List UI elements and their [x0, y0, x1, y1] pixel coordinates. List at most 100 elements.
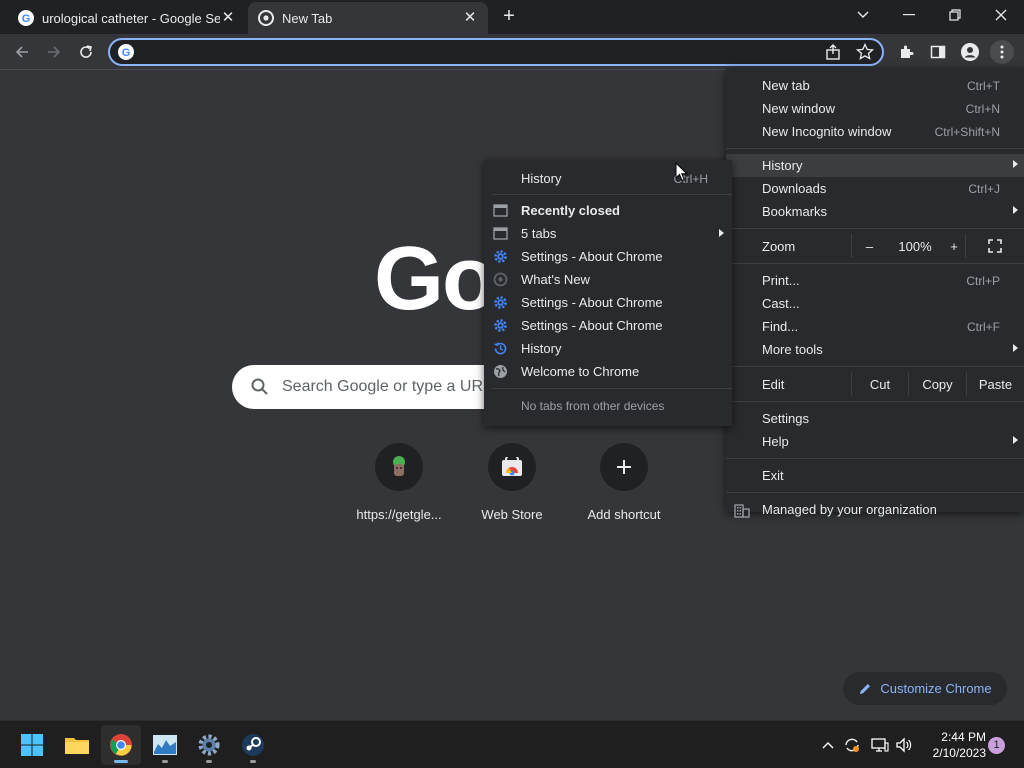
bookmark-star-icon[interactable]	[855, 42, 875, 66]
menu-item-history[interactable]: History	[726, 154, 1024, 177]
address-bar[interactable]: G	[108, 38, 884, 66]
menu-label: New window	[762, 101, 835, 116]
taskbar-steam[interactable]	[233, 725, 273, 765]
submenu-item-whats-new[interactable]: What's New	[484, 268, 732, 291]
close-tab-icon[interactable]: ✕	[220, 10, 236, 26]
cut-button[interactable]: Cut	[851, 372, 908, 396]
menu-item-help[interactable]: Help	[726, 430, 1024, 453]
close-window-button[interactable]	[986, 4, 1016, 26]
menu-shortcut: Ctrl+P	[966, 273, 1000, 288]
submenu-item-history-page[interactable]: History	[484, 337, 732, 360]
menu-item-new-window[interactable]: New window Ctrl+N	[726, 97, 1024, 120]
taskbar-file-explorer[interactable]	[57, 725, 97, 765]
title-bar: G urological catheter - Google Search ✕ …	[0, 0, 1024, 34]
shortcut-getgle[interactable]: https://getgle...	[343, 443, 455, 533]
forward-button[interactable]	[42, 40, 66, 64]
building-icon	[734, 503, 750, 518]
mouse-cursor-icon	[675, 162, 689, 182]
menu-item-downloads[interactable]: Downloads Ctrl+J	[726, 177, 1024, 200]
submenu-item-settings-about[interactable]: Settings - About Chrome	[484, 314, 732, 337]
shortcut-add[interactable]: Add shortcut	[568, 443, 680, 533]
menu-item-print[interactable]: Print... Ctrl+P	[726, 269, 1024, 292]
side-panel-icon[interactable]	[926, 40, 950, 64]
menu-item-managed[interactable]: Managed by your organization	[726, 498, 1024, 521]
menu-label: Find...	[762, 319, 799, 334]
sync-icon[interactable]	[842, 735, 862, 755]
customize-chrome-button[interactable]: Customize Chrome	[843, 672, 1007, 705]
menu-label: More tools	[762, 342, 823, 357]
menu-divider	[726, 492, 1024, 493]
tab-search-icon[interactable]	[848, 4, 878, 26]
menu-item-cast[interactable]: Cast...	[726, 292, 1024, 315]
submenu-label: What's New	[521, 272, 590, 287]
address-input[interactable]	[142, 42, 802, 62]
folder-icon	[65, 738, 89, 754]
chrome-menu-button[interactable]	[990, 40, 1014, 64]
tab-title: urological catheter - Google Search	[42, 10, 220, 26]
toolbar: G	[0, 34, 1024, 70]
taskbar-clock[interactable]: 2:44 PM 2/10/2023	[922, 729, 986, 761]
submenu-item-5-tabs[interactable]: 5 tabs	[484, 222, 732, 245]
menu-item-more-tools[interactable]: More tools	[726, 338, 1024, 361]
submenu-arrow-icon	[1013, 344, 1018, 352]
submenu-item-welcome[interactable]: Welcome to Chrome	[484, 360, 732, 383]
tab-title: New Tab	[282, 10, 333, 26]
taskbar-performance-monitor[interactable]	[145, 725, 185, 765]
svg-text:G: G	[22, 13, 31, 25]
pencil-icon	[860, 683, 871, 694]
submenu-label: Settings - About Chrome	[521, 295, 663, 310]
paste-button[interactable]: Paste	[966, 372, 1024, 396]
submenu-arrow-icon	[1013, 206, 1018, 214]
zoom-out-button[interactable]: –	[851, 234, 887, 258]
fullscreen-button[interactable]	[965, 234, 1024, 258]
menu-item-bookmarks[interactable]: Bookmarks	[726, 200, 1024, 223]
shortcut-web-store[interactable]: Web Store	[456, 443, 568, 533]
chrome-menu: New tab Ctrl+T New window Ctrl+N New Incog…	[726, 68, 1024, 518]
start-button[interactable]	[12, 725, 52, 765]
copy-button[interactable]: Copy	[908, 372, 966, 396]
shortcut-label: Web Store	[481, 507, 543, 522]
volume-icon[interactable]	[894, 735, 914, 755]
chrome-icon	[258, 10, 274, 26]
history-icon	[494, 342, 507, 355]
menu-label: Print...	[762, 273, 800, 288]
menu-item-new-tab[interactable]: New tab Ctrl+T	[726, 74, 1024, 97]
chrome-icon	[493, 272, 508, 287]
submenu-label: 5 tabs	[521, 226, 557, 241]
menu-item-find[interactable]: Find... Ctrl+F	[726, 315, 1024, 338]
chrome-icon	[110, 734, 132, 756]
menu-shortcut: Ctrl+F	[967, 319, 1000, 334]
taskbar-chrome[interactable]	[101, 725, 141, 765]
back-button[interactable]	[10, 40, 34, 64]
menu-divider	[726, 401, 1024, 402]
menu-shortcut: Ctrl+Shift+N	[934, 124, 1000, 139]
submenu-label: History	[521, 341, 562, 356]
profile-icon[interactable]	[958, 40, 982, 64]
new-tab-button[interactable]: +	[498, 6, 520, 28]
tab-google-search[interactable]: G urological catheter - Google Search ✕	[8, 2, 246, 34]
zoom-in-button[interactable]: +	[943, 234, 965, 258]
show-hidden-icons[interactable]	[818, 735, 838, 755]
extensions-icon[interactable]	[894, 40, 918, 64]
fullscreen-icon	[988, 239, 1002, 253]
submenu-item-settings-about[interactable]: Settings - About Chrome	[484, 291, 732, 314]
submenu-item-settings-about[interactable]: Settings - About Chrome	[484, 245, 732, 268]
menu-label: Exit	[762, 468, 784, 483]
menu-divider	[726, 366, 1024, 367]
taskbar-settings[interactable]	[189, 725, 229, 765]
tab-new-tab[interactable]: New Tab ✕	[248, 2, 488, 34]
notification-badge[interactable]: 1	[988, 737, 1005, 754]
submenu-item-history[interactable]: History Ctrl+H	[484, 167, 732, 190]
menu-shortcut: Ctrl+T	[967, 78, 1000, 93]
menu-item-exit[interactable]: Exit	[726, 464, 1024, 487]
close-tab-icon[interactable]: ✕	[462, 10, 478, 26]
reload-button[interactable]	[74, 40, 98, 64]
menu-item-new-incognito[interactable]: New Incognito window Ctrl+Shift+N	[726, 120, 1024, 143]
minimize-button[interactable]	[894, 4, 924, 26]
restore-button[interactable]	[940, 4, 970, 26]
menu-item-settings[interactable]: Settings	[726, 407, 1024, 430]
share-icon[interactable]	[824, 43, 842, 66]
running-indicator	[206, 760, 212, 763]
network-icon[interactable]	[870, 735, 890, 755]
menu-label: New tab	[762, 78, 810, 93]
